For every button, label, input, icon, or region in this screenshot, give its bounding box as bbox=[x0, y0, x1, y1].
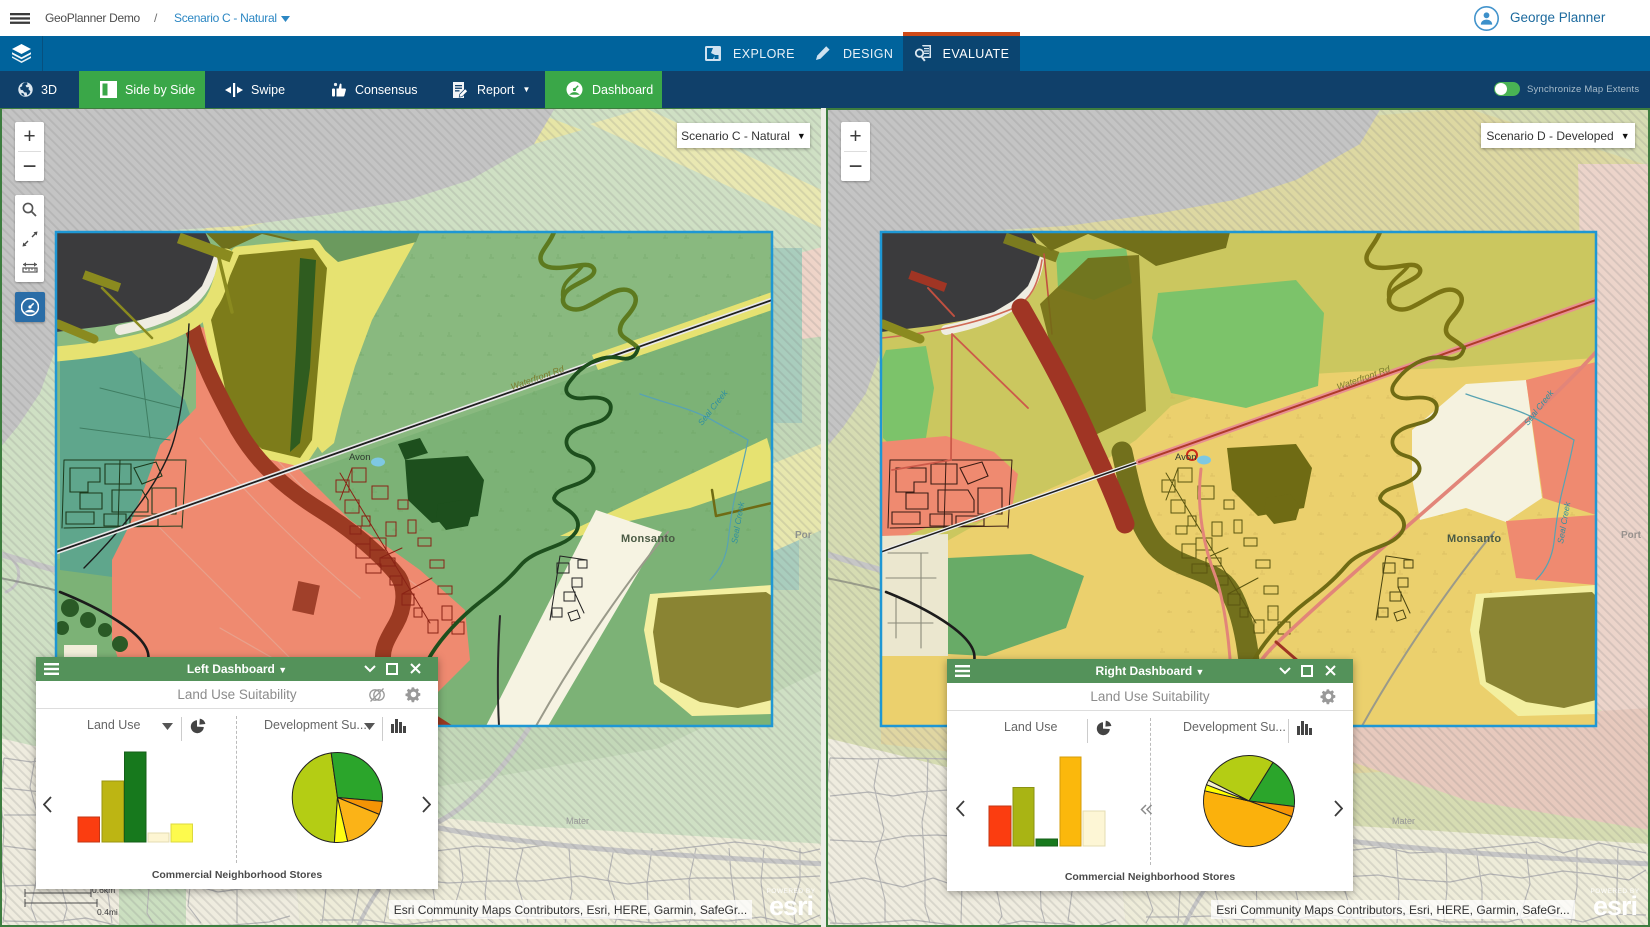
svg-text:Monsanto: Monsanto bbox=[1447, 533, 1501, 545]
svg-text:Avon: Avon bbox=[1175, 452, 1196, 463]
svg-text:0.4mi: 0.4mi bbox=[97, 907, 118, 917]
svg-text:Monsanto: Monsanto bbox=[621, 533, 675, 545]
svg-text:Avon: Avon bbox=[349, 452, 370, 463]
